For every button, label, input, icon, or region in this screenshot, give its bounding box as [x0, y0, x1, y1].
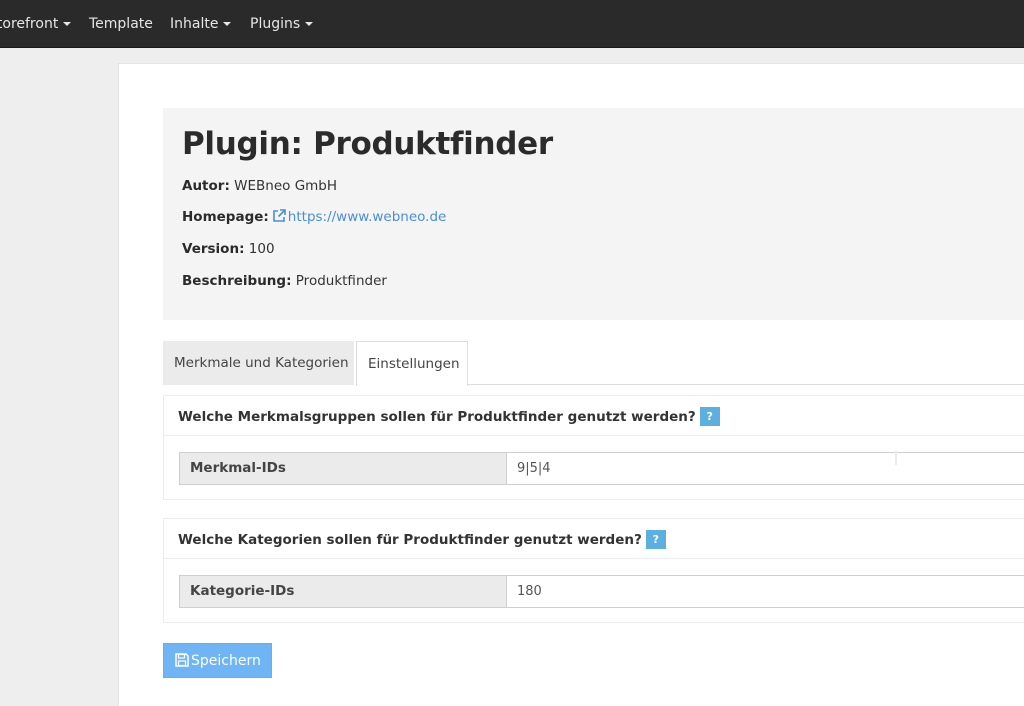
help-icon[interactable]: ?: [699, 407, 720, 426]
nav-item-storefront[interactable]: Storefront: [0, 0, 72, 48]
panel-heading: Welche Kategorien sollen für Produktfind…: [164, 519, 1024, 559]
tab-divider: [468, 384, 1024, 385]
description-value: Produktfinder: [295, 273, 387, 289]
nav-item-inhalte[interactable]: Inhalte: [170, 0, 232, 48]
page-title: Plugin: Produktfinder: [182, 126, 553, 162]
plugin-version: Version: 100: [182, 241, 275, 257]
setting-question: Welche Merkmalsgruppen sollen für Produk…: [178, 407, 720, 426]
nav-item-label: Template: [89, 16, 153, 32]
field-label: Kategorie-IDs: [180, 576, 507, 607]
nav-item-template[interactable]: Template: [89, 0, 153, 48]
caret-down-icon: [305, 22, 314, 26]
nav-item-label: Storefront: [0, 16, 59, 32]
top-navbar: Storefront Template Inhalte Plugins: [0, 0, 1024, 48]
external-link-icon[interactable]: [272, 209, 286, 227]
tab-einstellungen[interactable]: Einstellungen: [356, 341, 468, 386]
plugin-author: Autor: WEBneo GmbH: [182, 178, 337, 194]
setting-panel-kategorien: Welche Kategorien sollen für Produktfind…: [163, 518, 1024, 623]
kategorie-ids-input[interactable]: [508, 576, 1024, 607]
text-cursor-icon: [895, 451, 897, 465]
nav-item-label: Plugins: [250, 16, 301, 32]
plugin-homepage: Homepage: https://www.webneo.de: [182, 209, 446, 227]
save-button-label: Speichern: [191, 652, 261, 669]
input-group-kategorie-ids: Kategorie-IDs: [179, 575, 1024, 608]
setting-question-text: Welche Merkmalsgruppen sollen für Produk…: [178, 409, 696, 425]
author-label: Autor:: [182, 178, 230, 194]
setting-question: Welche Kategorien sollen für Produktfind…: [178, 530, 666, 549]
plugin-description: Beschreibung: Produktfinder: [182, 273, 387, 289]
version-label: Version:: [182, 241, 245, 257]
nav-item-plugins[interactable]: Plugins: [250, 0, 314, 48]
floppy-disk-icon: [175, 652, 189, 667]
author-value: WEBneo GmbH: [234, 178, 338, 194]
save-button[interactable]: Speichern: [163, 643, 272, 678]
version-value: 100: [248, 241, 275, 257]
setting-question-text: Welche Kategorien sollen für Produktfind…: [178, 532, 642, 548]
homepage-link[interactable]: https://www.webneo.de: [288, 209, 447, 225]
merkmal-ids-input[interactable]: [508, 453, 1024, 484]
caret-down-icon: [223, 22, 232, 26]
tab-merkmale-und-kategorien[interactable]: Merkmale und Kategorien: [163, 341, 354, 385]
nav-item-label: Inhalte: [170, 16, 219, 32]
help-icon[interactable]: ?: [645, 530, 666, 549]
caret-down-icon: [63, 22, 72, 26]
field-label: Merkmal-IDs: [180, 453, 507, 484]
description-label: Beschreibung:: [182, 273, 292, 289]
setting-panel-merkmalsgruppen: Welche Merkmalsgruppen sollen für Produk…: [163, 395, 1024, 500]
panel-heading: Welche Merkmalsgruppen sollen für Produk…: [164, 396, 1024, 436]
homepage-label: Homepage:: [182, 209, 269, 225]
input-group-merkmal-ids: Merkmal-IDs: [179, 452, 1024, 485]
